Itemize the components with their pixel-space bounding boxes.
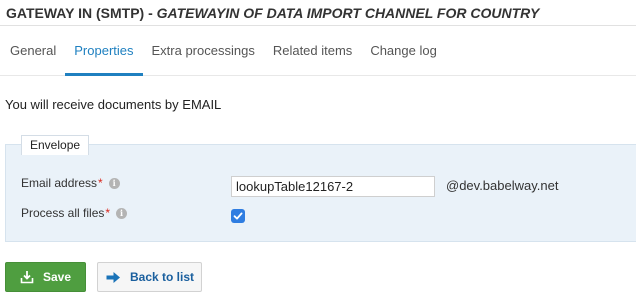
page-title: GATEWAY IN (SMTP) - GATEWAYIN OF DATA IM… [0, 0, 636, 26]
intro-text: You will receive documents by EMAIL [5, 97, 222, 112]
tab-general[interactable]: General [0, 26, 65, 75]
info-icon[interactable]: i [108, 177, 120, 189]
back-to-list-button[interactable]: Back to list [97, 262, 202, 292]
envelope-legend: Envelope [21, 135, 90, 155]
page-title-subtitle: GATEWAYIN OF DATA IMPORT CHANNEL FOR COU… [156, 5, 540, 21]
email-domain-suffix: @dev.babelway.net [446, 178, 559, 193]
save-button[interactable]: Save [5, 262, 86, 292]
process-all-files-label: Process all files * i [21, 206, 128, 220]
save-button-label: Save [43, 270, 72, 284]
required-mark: * [105, 206, 111, 220]
tab-label: Related items [272, 43, 353, 58]
process-all-label-text: Process all files [21, 206, 105, 220]
tab-label: General [10, 43, 57, 58]
tab-extra-processings[interactable]: Extra processings [143, 26, 264, 75]
tab-label: Change log [370, 43, 437, 58]
email-address-label: Email address * i [21, 176, 120, 190]
info-icon[interactable]: i [116, 207, 128, 219]
save-download-icon [20, 270, 34, 284]
checkmark-icon [233, 212, 243, 220]
email-label-text: Email address [21, 176, 98, 190]
tab-properties[interactable]: Properties [65, 26, 143, 76]
tab-bar: General Properties Extra processings Rel… [0, 26, 636, 76]
tab-label: Extra processings [151, 43, 255, 58]
required-mark: * [98, 176, 103, 190]
back-button-label: Back to list [130, 270, 195, 284]
tab-change-log[interactable]: Change log [361, 26, 446, 75]
page-title-separator: - [144, 5, 157, 21]
email-address-input[interactable] [231, 176, 435, 197]
page-title-main: GATEWAY IN (SMTP) [6, 5, 145, 21]
tab-label: Properties [74, 43, 134, 58]
process-all-files-checkbox[interactable] [231, 209, 245, 223]
arrow-right-icon [106, 271, 121, 284]
tab-related-items[interactable]: Related items [264, 26, 361, 75]
